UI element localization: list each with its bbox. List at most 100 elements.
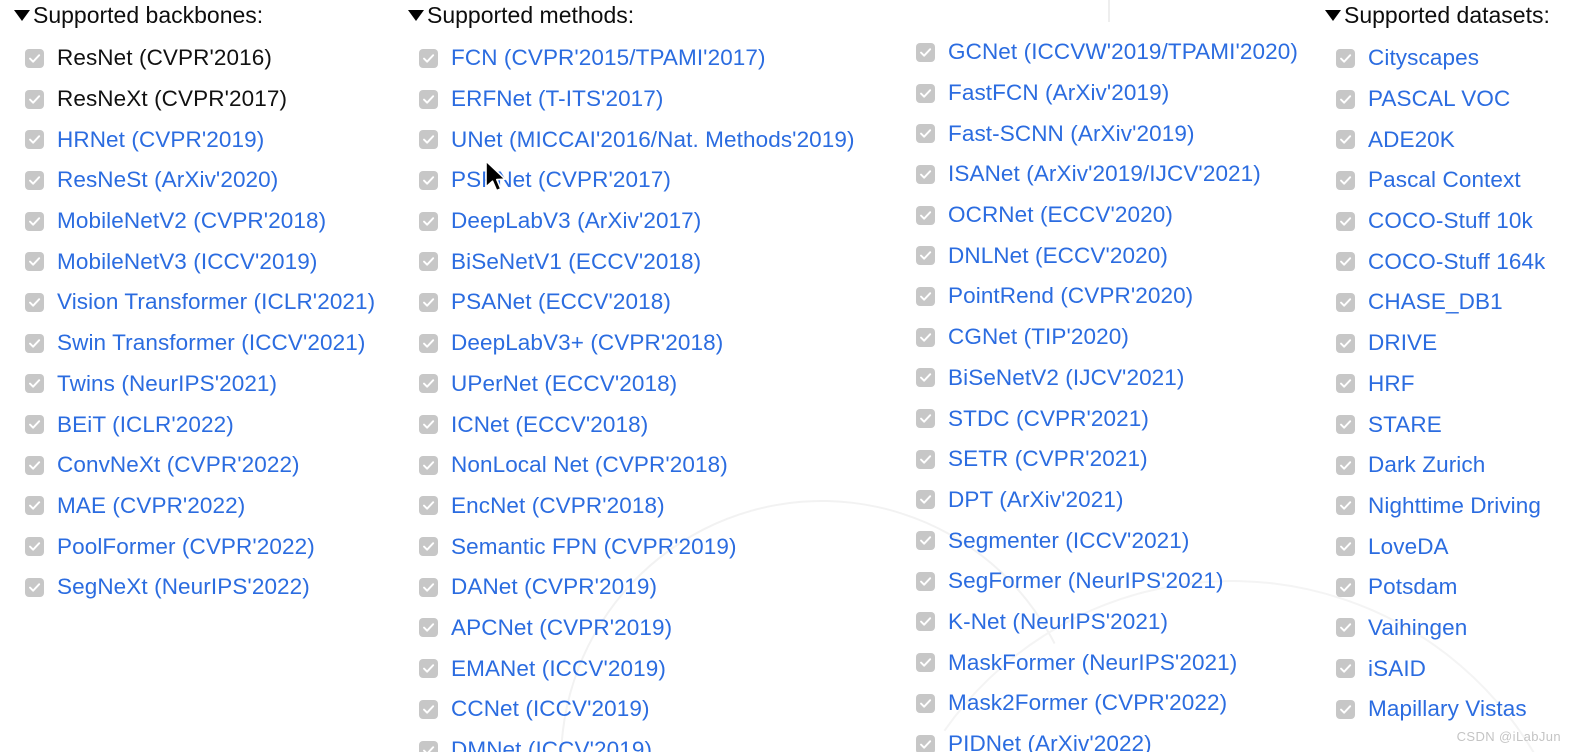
list-item-label[interactable]: PIDNet (ArXiv'2022) xyxy=(948,731,1152,752)
list-item[interactable]: BEiT (ICLR'2022) xyxy=(25,404,375,445)
list-item[interactable]: DANet (CVPR'2019) xyxy=(419,567,855,608)
list-item-label[interactable]: SegNeXt (NeurIPS'2022) xyxy=(57,574,310,600)
list-item-label[interactable]: BEiT (ICLR'2022) xyxy=(57,412,234,438)
checkbox-checked-icon[interactable] xyxy=(1336,659,1355,679)
checkbox-checked-icon[interactable] xyxy=(916,571,935,591)
list-item-label[interactable]: DMNet (ICCV'2019) xyxy=(451,737,652,752)
checkbox-checked-icon[interactable] xyxy=(916,164,935,184)
list-item[interactable]: COCO-Stuff 164k xyxy=(1336,241,1550,282)
checkbox-checked-icon[interactable] xyxy=(419,252,438,272)
checkbox-checked-icon[interactable] xyxy=(916,612,935,632)
list-item[interactable]: LoveDA xyxy=(1336,526,1550,567)
list-item-label[interactable]: DPT (ArXiv'2021) xyxy=(948,487,1124,513)
list-item[interactable]: COCO-Stuff 10k xyxy=(1336,201,1550,242)
list-item[interactable]: Cityscapes xyxy=(1336,38,1550,79)
list-item[interactable]: MaskFormer (NeurIPS'2021) xyxy=(916,642,1298,683)
list-item-label[interactable]: DANet (CVPR'2019) xyxy=(451,574,657,600)
list-item-label[interactable]: BiSeNetV1 (ECCV'2018) xyxy=(451,249,701,275)
list-item[interactable]: Pascal Context xyxy=(1336,160,1550,201)
list-item[interactable]: APCNet (CVPR'2019) xyxy=(419,608,855,649)
list-item[interactable]: DMNet (ICCV'2019) xyxy=(419,730,855,752)
list-item[interactable]: FastFCN (ArXiv'2019) xyxy=(916,73,1298,114)
list-item[interactable]: Mask2Former (CVPR'2022) xyxy=(916,683,1298,724)
list-item[interactable]: DeepLabV3 (ArXiv'2017) xyxy=(419,201,855,242)
list-item-label[interactable]: Pascal Context xyxy=(1368,167,1521,193)
checkbox-checked-icon[interactable] xyxy=(916,449,935,469)
checkbox-checked-icon[interactable] xyxy=(25,252,44,272)
list-item-label[interactable]: Nighttime Driving xyxy=(1368,493,1541,519)
checkbox-checked-icon[interactable] xyxy=(419,455,438,475)
checkbox-checked-icon[interactable] xyxy=(1336,577,1355,597)
checkbox-checked-icon[interactable] xyxy=(419,48,438,68)
list-item[interactable]: FCN (CVPR'2015/TPAMI'2017) xyxy=(419,38,855,79)
list-item-label[interactable]: DeepLabV3 (ArXiv'2017) xyxy=(451,208,701,234)
list-item[interactable]: HRNet (CVPR'2019) xyxy=(25,119,375,160)
list-item[interactable]: HRF xyxy=(1336,364,1550,405)
list-item-label[interactable]: UPerNet (ECCV'2018) xyxy=(451,371,677,397)
list-item[interactable]: UNet (MICCAI'2016/Nat. Methods'2019) xyxy=(419,119,855,160)
list-item[interactable]: PSANet (ECCV'2018) xyxy=(419,282,855,323)
checkbox-checked-icon[interactable] xyxy=(916,286,935,306)
checkbox-checked-icon[interactable] xyxy=(419,496,438,516)
checkbox-checked-icon[interactable] xyxy=(1336,537,1355,557)
list-item-label[interactable]: ConvNeXt (CVPR'2022) xyxy=(57,452,300,478)
list-item[interactable]: ISANet (ArXiv'2019/IJCV'2021) xyxy=(916,154,1298,195)
list-item[interactable]: CCNet (ICCV'2019) xyxy=(419,689,855,730)
checkbox-checked-icon[interactable] xyxy=(1336,699,1355,719)
list-item-label[interactable]: MobileNetV3 (ICCV'2019) xyxy=(57,249,317,275)
list-item-label[interactable]: DNLNet (ECCV'2020) xyxy=(948,243,1168,269)
checkbox-checked-icon[interactable] xyxy=(25,130,44,150)
list-item[interactable]: SegFormer (NeurIPS'2021) xyxy=(916,561,1298,602)
list-item-label[interactable]: Mapillary Vistas xyxy=(1368,696,1527,722)
list-item-label[interactable]: SegFormer (NeurIPS'2021) xyxy=(948,568,1224,594)
list-item[interactable]: GCNet (ICCVW'2019/TPAMI'2020) xyxy=(916,32,1298,73)
list-item[interactable]: ResNet (CVPR'2016) xyxy=(25,38,375,79)
list-item[interactable]: ERFNet (T-ITS'2017) xyxy=(419,79,855,120)
list-item-label[interactable]: EMANet (ICCV'2019) xyxy=(451,656,666,682)
list-item[interactable]: DeepLabV3+ (CVPR'2018) xyxy=(419,323,855,364)
column-header-backbones[interactable]: Supported backbones: xyxy=(14,0,375,30)
list-item[interactable]: STARE xyxy=(1336,404,1550,445)
checkbox-checked-icon[interactable] xyxy=(1336,211,1355,231)
list-item-label[interactable]: K-Net (NeurIPS'2021) xyxy=(948,609,1168,635)
checkbox-checked-icon[interactable] xyxy=(25,333,44,353)
checkbox-checked-icon[interactable] xyxy=(419,89,438,109)
list-item-label[interactable]: Vision Transformer (ICLR'2021) xyxy=(57,289,375,315)
checkbox-checked-icon[interactable] xyxy=(419,699,438,719)
list-item[interactable]: STDC (CVPR'2021) xyxy=(916,398,1298,439)
list-item[interactable]: Segmenter (ICCV'2021) xyxy=(916,520,1298,561)
checkbox-checked-icon[interactable] xyxy=(25,292,44,312)
list-item[interactable]: Potsdam xyxy=(1336,567,1550,608)
checkbox-checked-icon[interactable] xyxy=(1336,415,1355,435)
checkbox-checked-icon[interactable] xyxy=(25,170,44,190)
list-item-label[interactable]: Potsdam xyxy=(1368,574,1458,600)
checkbox-checked-icon[interactable] xyxy=(419,374,438,394)
checkbox-checked-icon[interactable] xyxy=(419,659,438,679)
checkbox-checked-icon[interactable] xyxy=(419,577,438,597)
list-item[interactable]: PIDNet (ArXiv'2022) xyxy=(916,724,1298,752)
list-item[interactable]: MAE (CVPR'2022) xyxy=(25,486,375,527)
list-item-label[interactable]: PASCAL VOC xyxy=(1368,86,1510,112)
checkbox-checked-icon[interactable] xyxy=(1336,48,1355,68)
list-item-label[interactable]: Mask2Former (CVPR'2022) xyxy=(948,690,1227,716)
list-item[interactable]: SegNeXt (NeurIPS'2022) xyxy=(25,567,375,608)
list-item-label[interactable]: STARE xyxy=(1368,412,1442,438)
list-item-label[interactable]: BiSeNetV2 (IJCV'2021) xyxy=(948,365,1185,391)
list-item[interactable]: BiSeNetV2 (IJCV'2021) xyxy=(916,358,1298,399)
list-item-label[interactable]: ISANet (ArXiv'2019/IJCV'2021) xyxy=(948,161,1261,187)
list-item[interactable]: Vaihingen xyxy=(1336,608,1550,649)
list-item-label[interactable]: PoolFormer (CVPR'2022) xyxy=(57,534,315,560)
list-item[interactable]: EncNet (CVPR'2018) xyxy=(419,486,855,527)
list-item-label[interactable]: ADE20K xyxy=(1368,127,1455,153)
checkbox-checked-icon[interactable] xyxy=(419,333,438,353)
list-item-label[interactable]: HRF xyxy=(1368,371,1415,397)
list-item-label[interactable]: CCNet (ICCV'2019) xyxy=(451,696,650,722)
list-item[interactable]: Dark Zurich xyxy=(1336,445,1550,486)
triangle-down-icon[interactable] xyxy=(14,9,30,21)
checkbox-checked-icon[interactable] xyxy=(916,124,935,144)
column-header-methods[interactable]: Supported methods: xyxy=(408,0,855,30)
list-item[interactable]: iSAID xyxy=(1336,648,1550,689)
list-item-label[interactable]: DRIVE xyxy=(1368,330,1437,356)
list-item-label[interactable]: Swin Transformer (ICCV'2021) xyxy=(57,330,365,356)
list-item[interactable]: EMANet (ICCV'2019) xyxy=(419,648,855,689)
